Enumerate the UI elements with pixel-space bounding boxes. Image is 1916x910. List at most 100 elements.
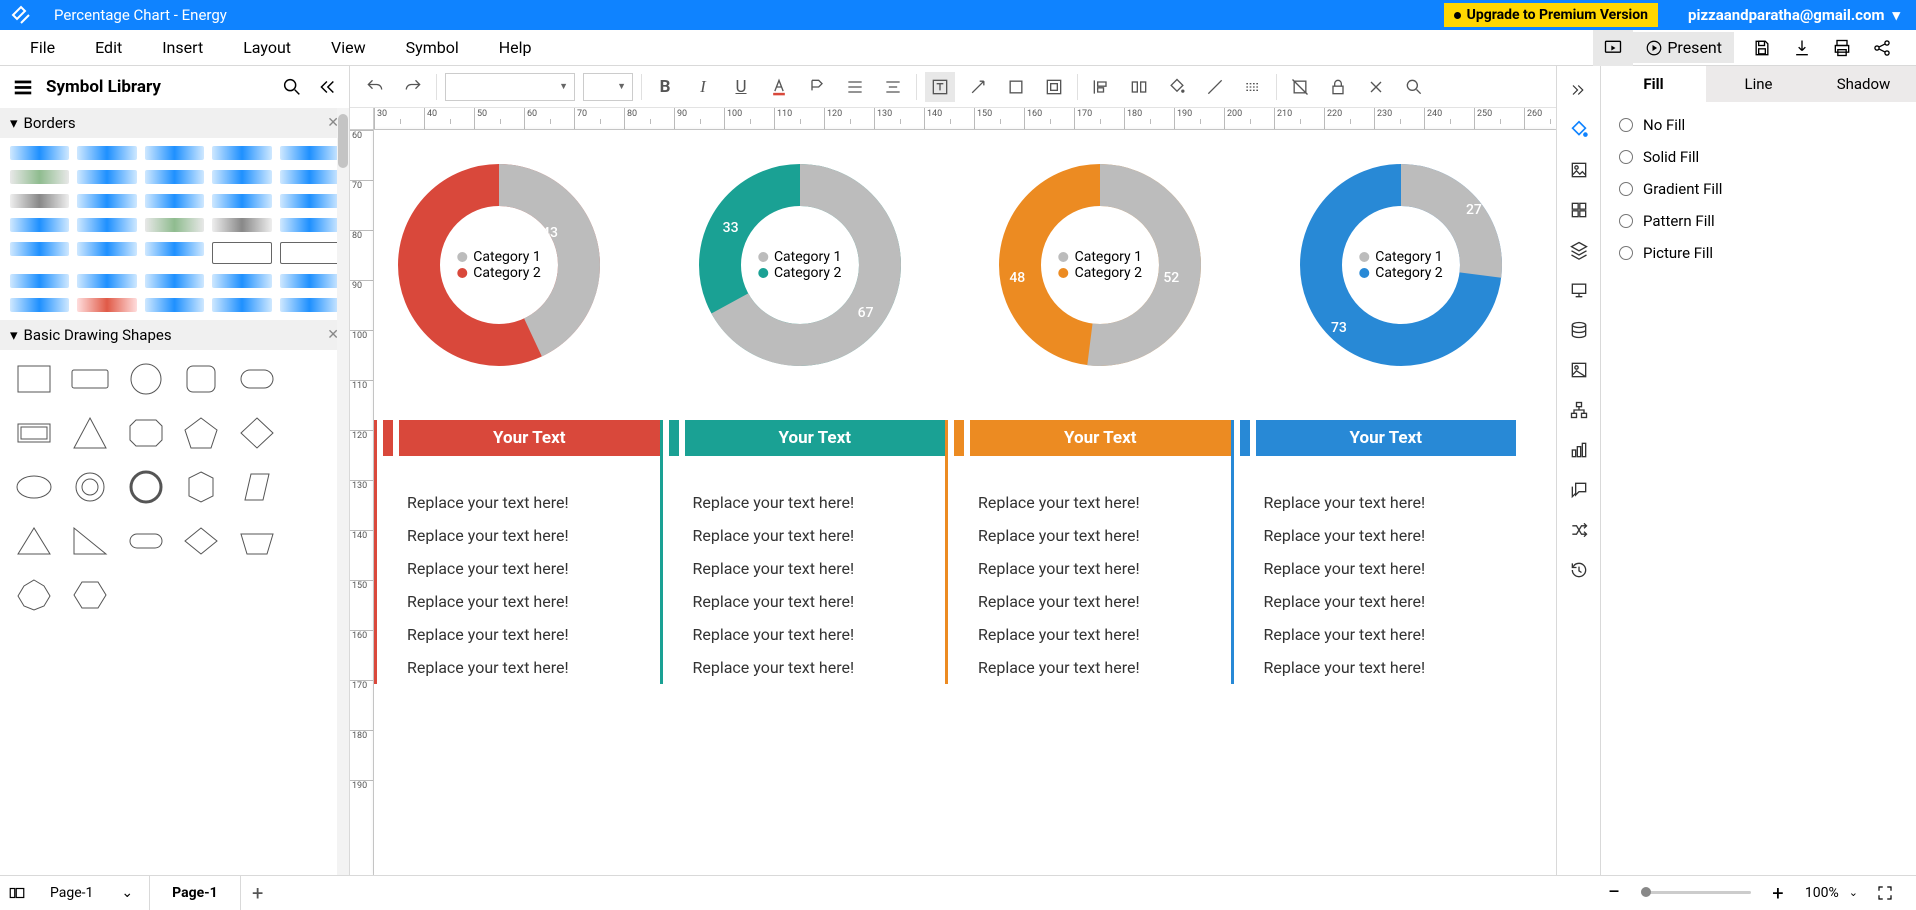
history-icon[interactable] [1561, 552, 1597, 588]
app-logo-icon[interactable] [6, 0, 36, 30]
border-thumb[interactable] [77, 218, 136, 232]
search-canvas-button[interactable] [1399, 72, 1429, 102]
border-thumb[interactable] [280, 194, 339, 208]
donut-chart[interactable]: Category 1 Category 25248 [985, 150, 1215, 380]
border-thumb[interactable] [10, 242, 69, 256]
border-thumb[interactable] [212, 194, 271, 208]
zoom-slider[interactable] [1641, 891, 1751, 894]
shape-thumb[interactable] [68, 414, 114, 456]
fill-option[interactable]: No Fill [1619, 116, 1898, 134]
bold-button[interactable]: B [650, 72, 680, 102]
italic-button[interactable]: I [688, 72, 718, 102]
menu-symbol[interactable]: Symbol [386, 30, 479, 65]
border-thumb[interactable] [280, 298, 339, 312]
border-thumb[interactable] [10, 194, 69, 208]
zoom-out-button[interactable]: − [1597, 876, 1631, 910]
data-icon[interactable] [1561, 312, 1597, 348]
border-thumb[interactable] [10, 274, 69, 288]
fill-option[interactable]: Pattern Fill [1619, 212, 1898, 230]
shape-thumb[interactable] [179, 360, 225, 402]
donut-chart[interactable]: Category 1 Category 26733 [685, 150, 915, 380]
border-thumb[interactable] [145, 298, 204, 312]
border-thumb[interactable] [10, 146, 69, 160]
shape-thumb[interactable] [68, 360, 114, 402]
border-thumb[interactable] [280, 218, 339, 232]
connector-tool-button[interactable] [963, 72, 993, 102]
chevron-down-icon[interactable]: ⌄ [1849, 886, 1858, 899]
download-button[interactable] [1782, 30, 1822, 66]
border-thumb[interactable] [77, 274, 136, 288]
pages-panel-icon[interactable] [0, 876, 34, 910]
print-button[interactable] [1822, 30, 1862, 66]
library-menu-icon[interactable] [12, 76, 34, 98]
border-thumb[interactable] [145, 242, 204, 256]
chart-icon[interactable] [1561, 432, 1597, 468]
donut-chart[interactable]: Category 1 Category 243 [384, 150, 614, 380]
shape-thumb[interactable] [12, 468, 58, 510]
font-size-select[interactable]: ▼ [583, 73, 633, 101]
border-thumb[interactable] [212, 170, 271, 184]
shape-thumb[interactable] [124, 414, 170, 456]
menu-insert[interactable]: Insert [142, 30, 223, 65]
shape-thumb[interactable] [124, 468, 170, 510]
fullscreen-button[interactable] [1868, 876, 1902, 910]
page-surface[interactable]: Category 1 Category 243 Category 1 Categ… [374, 130, 1556, 875]
fill-color-button[interactable] [1162, 72, 1192, 102]
align-left-button[interactable] [1086, 72, 1116, 102]
border-thumb[interactable] [280, 170, 339, 184]
align-button[interactable] [840, 72, 870, 102]
text-column[interactable]: Your TextReplace your text here!Replace … [660, 420, 946, 684]
undo-button[interactable] [360, 72, 390, 102]
border-thumb[interactable] [145, 274, 204, 288]
lock-button[interactable] [1323, 72, 1353, 102]
shape-thumb[interactable] [68, 522, 114, 564]
zoom-in-button[interactable]: + [1761, 876, 1795, 910]
section-borders[interactable]: ▾ Borders ✕ [0, 108, 349, 138]
line-color-button[interactable] [1200, 72, 1230, 102]
shuffle-icon[interactable] [1561, 512, 1597, 548]
border-thumb[interactable] [212, 274, 271, 288]
orgchart-icon[interactable] [1561, 392, 1597, 428]
border-thumb[interactable] [145, 170, 204, 184]
border-thumb[interactable] [77, 146, 136, 160]
theme-icon[interactable] [1561, 152, 1597, 188]
slideshow-button[interactable] [1593, 30, 1633, 66]
fill-option[interactable]: Solid Fill [1619, 148, 1898, 166]
collapse-panel-icon[interactable] [315, 76, 337, 98]
tools-button[interactable] [1361, 72, 1391, 102]
shape-thumb[interactable] [235, 360, 281, 402]
search-icon[interactable] [281, 76, 303, 98]
share-button[interactable] [1862, 30, 1902, 66]
border-thumb[interactable] [10, 218, 69, 232]
border-thumb[interactable] [212, 218, 271, 232]
presentation-icon[interactable] [1561, 272, 1597, 308]
border-thumb[interactable] [10, 298, 69, 312]
menu-layout[interactable]: Layout [223, 30, 311, 65]
shape-thumb[interactable] [124, 522, 170, 564]
expand-panel-icon[interactable] [1561, 72, 1597, 108]
account-menu[interactable]: pizzaandparatha@gmail.com ▾ [1688, 6, 1900, 24]
shape-thumb[interactable] [68, 468, 114, 510]
distribute-button[interactable] [1124, 72, 1154, 102]
canvas[interactable]: 3040506070809010011012013014015016017018… [350, 108, 1556, 875]
shape-thumb[interactable] [179, 414, 225, 456]
shape-thumb[interactable] [12, 576, 58, 618]
add-page-button[interactable]: + [241, 876, 275, 910]
shape-thumb[interactable] [179, 468, 225, 510]
border-thumb[interactable] [77, 194, 136, 208]
border-thumb[interactable] [212, 242, 271, 264]
shape-thumb[interactable] [12, 360, 58, 402]
tab-line[interactable]: Line [1706, 66, 1811, 102]
text-column[interactable]: Your TextReplace your text here!Replace … [1231, 420, 1517, 684]
text-column[interactable]: Your TextReplace your text here!Replace … [374, 420, 660, 684]
left-scrollbar[interactable] [337, 108, 349, 875]
upgrade-premium-button[interactable]: Upgrade to Premium Version [1444, 3, 1658, 27]
border-thumb[interactable] [145, 146, 204, 160]
save-button[interactable] [1742, 30, 1782, 66]
border-thumb[interactable] [145, 194, 204, 208]
text-tool-button[interactable] [925, 72, 955, 102]
fill-option[interactable]: Picture Fill [1619, 244, 1898, 262]
tab-shadow[interactable]: Shadow [1811, 66, 1916, 102]
border-thumb[interactable] [280, 242, 339, 264]
fill-tool-icon[interactable] [1561, 112, 1597, 148]
